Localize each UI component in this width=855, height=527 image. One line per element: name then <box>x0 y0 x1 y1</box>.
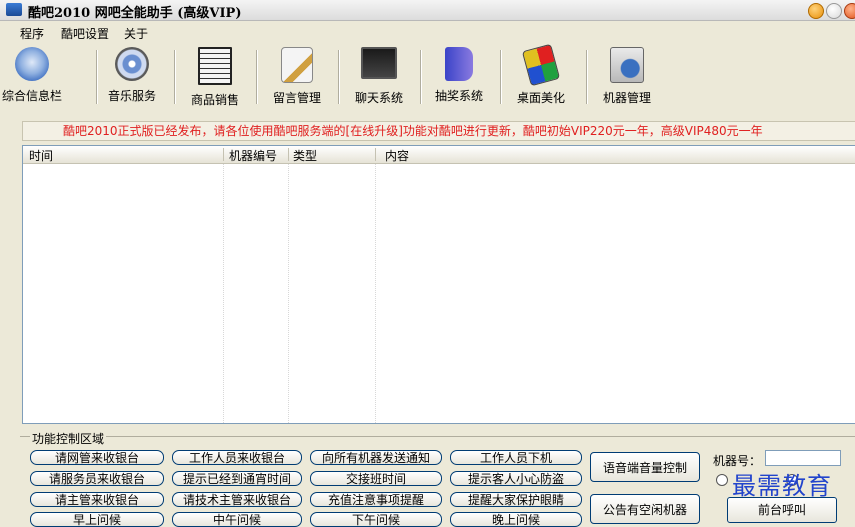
toolbar-music-button[interactable]: 音乐服务 <box>100 44 164 108</box>
grid-line <box>223 164 224 423</box>
window-title: 酷吧2010 网吧全能助手 (高级VIP) <box>28 6 242 21</box>
radio-option-1[interactable] <box>716 474 728 486</box>
toolbar-message-button[interactable]: 留言管理 <box>264 44 330 108</box>
maximize-button[interactable] <box>826 3 842 19</box>
toolbar-separator <box>500 50 502 104</box>
machine-number-input[interactable] <box>765 450 841 466</box>
call-waiter-button[interactable]: 请服务员来收银台 <box>30 471 164 486</box>
grid-line <box>288 164 289 423</box>
toolbar-separator <box>586 50 588 104</box>
eye-care-button[interactable]: 提醒大家保护眼睛 <box>450 492 582 507</box>
list-header: 时间 机器编号 类型 内容 <box>23 146 855 164</box>
music-disc-icon <box>115 47 149 81</box>
column-separator <box>288 148 289 161</box>
toolbar-chat-button[interactable]: 聊天系统 <box>344 44 414 108</box>
notice-text: 酷吧2010正式版已经发布，请各位使用酷吧服务端的[在线升级]功能对酷吧进行更新… <box>63 124 763 138</box>
toolbar-separator <box>96 50 98 104</box>
group-title: 功能控制区域 <box>30 430 107 447</box>
computer-manage-icon <box>610 47 644 83</box>
toolbar-info-button[interactable]: 综合信息栏 <box>0 44 64 108</box>
call-staff-button[interactable]: 工作人员来收银台 <box>172 450 302 465</box>
call-netadmin-button[interactable]: 请网管来收银台 <box>30 450 164 465</box>
toolbar-desktop-button[interactable]: 桌面美化 <box>508 43 574 108</box>
column-machine[interactable]: 机器编号 <box>229 147 277 164</box>
toolbar-separator <box>420 50 422 104</box>
toolbar-machine-button[interactable]: 机器管理 <box>594 44 660 108</box>
column-type[interactable]: 类型 <box>293 147 317 164</box>
grid-line <box>375 164 376 423</box>
front-call-button[interactable]: 前台呼叫 <box>727 497 837 523</box>
lottery-ball-icon <box>445 47 473 81</box>
staff-logoff-button[interactable]: 工作人员下机 <box>450 450 582 465</box>
notify-all-button[interactable]: 向所有机器发送通知 <box>310 450 442 465</box>
title-bar: 酷吧2010 网吧全能助手 (高级VIP) <box>0 0 855 21</box>
shift-change-button[interactable]: 交接班时间 <box>310 471 442 486</box>
column-separator <box>223 148 224 161</box>
column-separator <box>375 148 376 161</box>
evening-greeting-button[interactable]: 晚上问候 <box>450 512 582 527</box>
call-manager-button[interactable]: 请主管来收银台 <box>30 492 164 507</box>
menu-program[interactable]: 程序 <box>20 25 44 42</box>
column-content[interactable]: 内容 <box>385 147 409 164</box>
info-gear-icon <box>15 47 49 81</box>
desktop-paint-icon <box>521 43 561 87</box>
minimize-button[interactable] <box>808 3 824 19</box>
toolbar-separator <box>256 50 258 104</box>
noon-greeting-button[interactable]: 中午问候 <box>172 512 302 527</box>
close-button[interactable] <box>844 3 855 19</box>
notice-banner: 酷吧2010正式版已经发布，请各位使用酷吧服务端的[在线升级]功能对酷吧进行更新… <box>22 121 855 141</box>
menu-settings[interactable]: 酷吧设置 <box>61 25 109 42</box>
overnight-time-button[interactable]: 提示已经到通宵时间 <box>172 471 302 486</box>
toolbar-sales-button[interactable]: 商品销售 <box>182 44 248 108</box>
afternoon-greeting-button[interactable]: 下午问候 <box>310 512 442 527</box>
watermark-text: 最需教育 <box>732 472 832 500</box>
volume-control-button[interactable]: 语音端音量控制 <box>590 452 700 482</box>
menu-bar: 程序 酷吧设置 关于 <box>0 22 855 42</box>
menu-about[interactable]: 关于 <box>124 25 148 42</box>
toolbar-separator <box>174 50 176 104</box>
chat-monitor-icon <box>361 47 397 79</box>
idle-machine-button[interactable]: 公告有空闲机器 <box>590 494 700 524</box>
toolbar-lottery-button[interactable]: 抽奖系统 <box>426 44 492 108</box>
toolbar-separator <box>338 50 340 104</box>
call-tech-manager-button[interactable]: 请技术主管来收银台 <box>172 492 302 507</box>
morning-greeting-button[interactable]: 早上问候 <box>30 512 164 527</box>
toolbar: 综合信息栏 音乐服务 商品销售 留言管理 聊天系统 抽奖系统 桌面美化 机器管理 <box>0 43 855 114</box>
recharge-notice-button[interactable]: 充值注意事项提醒 <box>310 492 442 507</box>
app-icon <box>6 3 22 16</box>
calculator-icon <box>198 47 232 85</box>
message-pencil-icon <box>281 47 313 83</box>
message-list[interactable]: 时间 机器编号 类型 内容 <box>22 145 855 424</box>
theft-warning-button[interactable]: 提示客人小心防盗 <box>450 471 582 486</box>
column-time[interactable]: 时间 <box>29 147 53 164</box>
